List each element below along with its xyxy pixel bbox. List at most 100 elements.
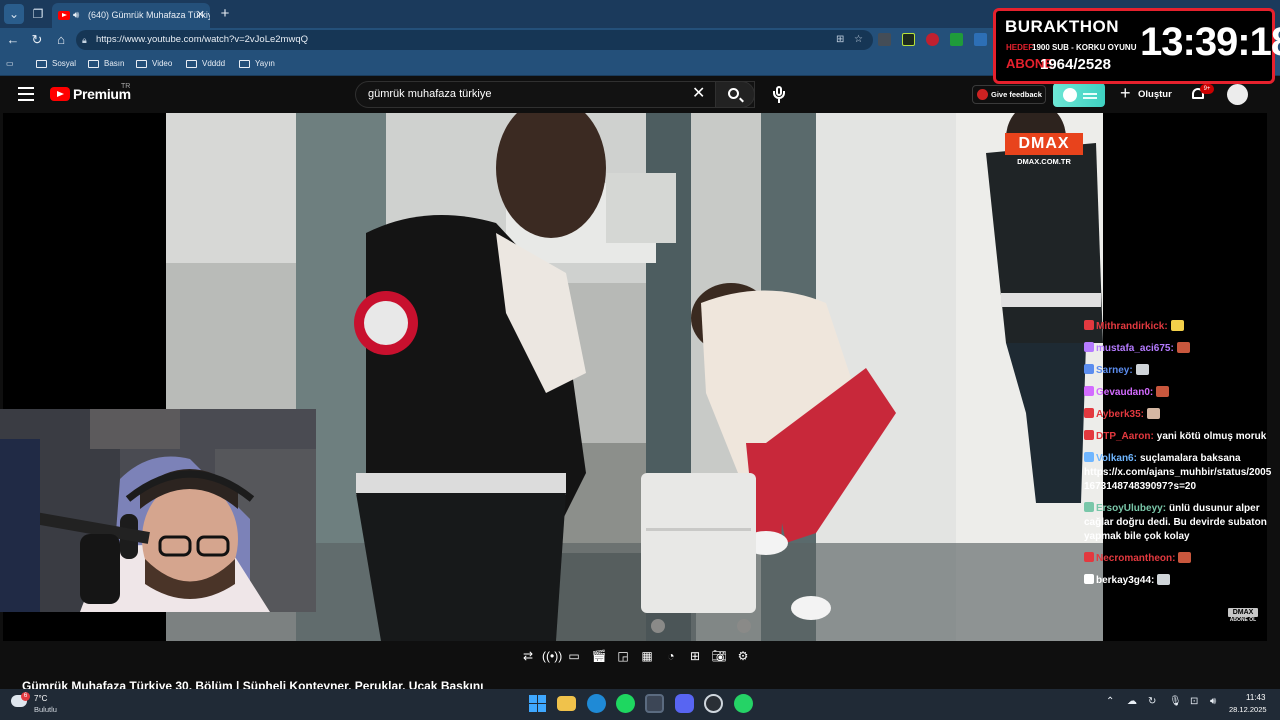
bookmark-folder[interactable]: Yayın xyxy=(239,56,275,72)
theater-mode-icon[interactable]: ▦ xyxy=(639,648,655,664)
volume-icon[interactable]: 🔊︎ xyxy=(1210,696,1216,707)
chat-message: ErsoyUlubeyy: ünlü dusunur alper cağlar d… xyxy=(1084,502,1274,544)
home-icon[interactable]: ⌂ xyxy=(51,30,71,50)
reading-list-icon[interactable]: ▭ xyxy=(6,56,14,72)
picture-in-picture-icon[interactable]: ◲ xyxy=(615,648,631,664)
screen-view-icon[interactable]: ▭ xyxy=(566,648,582,664)
new-tab-button[interactable]: + xyxy=(215,4,235,24)
folder-icon xyxy=(186,60,197,68)
chat-emote-icon xyxy=(1176,342,1190,353)
start-windows-icon[interactable] xyxy=(528,694,547,713)
chat-username: Sarney: xyxy=(1096,365,1133,376)
chat-message: Gevaudan0: xyxy=(1084,386,1274,400)
weather-alert-badge: 6 xyxy=(21,692,30,701)
user-badge-icon xyxy=(1084,342,1094,352)
folder-icon xyxy=(88,60,99,68)
channel-watermark: DMAX DMAX.COM.TR xyxy=(1005,133,1083,167)
network-icon[interactable]: ⊡ xyxy=(1190,696,1198,707)
taskbar-time[interactable]: 11:43 xyxy=(1246,693,1265,702)
youtube-logo-icon[interactable] xyxy=(50,87,70,101)
chat-message: Mithrandirkick: xyxy=(1084,320,1274,334)
clip-icon[interactable]: 🎬︎ xyxy=(591,648,607,664)
broadcast-icon[interactable]: ((•)) xyxy=(542,648,562,664)
refresh-sync-icon[interactable]: ↻ xyxy=(1148,696,1156,707)
screenshot-camera-icon[interactable]: 📷︎ xyxy=(711,648,727,664)
chat-message: Ayberk35: xyxy=(1084,408,1274,422)
weather-description[interactable]: Bulutlu xyxy=(34,705,57,714)
chat-message: Volkan6: suçlamalara baksana https://x.co… xyxy=(1084,452,1274,494)
user-badge-icon xyxy=(1084,574,1094,584)
microphone-tray-icon[interactable]: 🎙︎ xyxy=(1169,696,1182,707)
chat-overlay: Mithrandirkick: mustafa_aci675: Sarney: Gev… xyxy=(1084,320,1274,596)
chat-emote-icon xyxy=(1147,408,1160,419)
bookmark-folder[interactable]: Basın xyxy=(88,56,124,72)
chat-emote-icon xyxy=(1156,386,1170,397)
show-hidden-icons-chevron-icon[interactable]: ⌃ xyxy=(1106,696,1114,707)
clear-search-icon[interactable]: ✕ xyxy=(692,85,705,103)
dmax-logo: DMAX xyxy=(1005,133,1083,155)
settings-gear-icon[interactable]: ⚙ xyxy=(735,648,751,664)
extension-icon[interactable] xyxy=(926,33,939,46)
extension-icon[interactable] xyxy=(950,33,963,46)
back-arrow-icon[interactable]: ← xyxy=(3,30,23,50)
edge-browser-icon[interactable] xyxy=(587,694,606,713)
taskbar-date[interactable]: 28.12.2025 xyxy=(1229,705,1267,714)
video-title[interactable]: Gümrük Muhafaza Türkiye 30. Bölüm | Şüph… xyxy=(22,679,542,689)
subscribe-watermark[interactable]: DMAX ABONE OL xyxy=(1228,608,1258,624)
app-available-icon[interactable]: ⊞ xyxy=(836,30,844,50)
user-badge-icon xyxy=(1084,552,1094,562)
speaker-icon[interactable]: 🔊︎ xyxy=(73,3,79,28)
chat-emote-icon xyxy=(1178,552,1192,563)
url-text: https://www.youtube.com/watch?v=2vJoLe2m… xyxy=(96,34,309,45)
overlay-timer: 13:39:18 xyxy=(1140,20,1280,64)
region-code: TR xyxy=(121,83,131,90)
chat-message: DTP_Aaron: yani kötü olmuş moruk xyxy=(1084,430,1274,444)
discord-icon[interactable] xyxy=(675,694,694,713)
create-button[interactable]: Oluştur xyxy=(1118,82,1174,106)
loop-icon[interactable]: ⇄ xyxy=(520,648,536,664)
whatsapp-icon[interactable] xyxy=(734,694,753,713)
extension-icon[interactable] xyxy=(878,33,891,46)
user-badge-icon xyxy=(1084,452,1094,462)
speed-gauge-icon[interactable]: ◔ xyxy=(663,648,679,664)
chat-username: Volkan6: xyxy=(1096,453,1137,464)
microphone-icon[interactable] xyxy=(772,86,786,104)
user-badge-icon xyxy=(1084,386,1094,396)
chat-username: Ayberk35: xyxy=(1096,409,1144,420)
overlay-sub-count: 1964/2528 xyxy=(1040,56,1111,73)
refresh-icon[interactable]: ↻ xyxy=(27,30,47,50)
workspaces-icon[interactable]: ❐ xyxy=(28,4,48,24)
obs-icon[interactable] xyxy=(704,694,723,713)
extension-icon[interactable] xyxy=(902,33,915,46)
taskbar xyxy=(0,689,1280,720)
bookmark-folder[interactable]: Sosyal xyxy=(36,56,76,72)
folder-icon xyxy=(36,60,47,68)
file-explorer-icon[interactable] xyxy=(557,696,576,711)
lock-icon[interactable]: 🔒︎ xyxy=(82,30,87,50)
overlay-goal-value: 1900 SUB - KORKU OYUNU xyxy=(1032,43,1137,52)
add-note-icon[interactable]: ⊞ xyxy=(687,648,703,664)
steam-icon[interactable] xyxy=(645,694,664,713)
avatar[interactable] xyxy=(1227,84,1248,105)
bookmark-folder[interactable]: Vdddd xyxy=(186,56,225,72)
ambient-mode-toggle[interactable] xyxy=(1053,83,1105,107)
weather-temperature[interactable]: 7°C xyxy=(34,694,47,703)
folder-icon xyxy=(239,60,250,68)
extension-icon[interactable] xyxy=(974,33,987,46)
spotify-icon[interactable] xyxy=(616,694,635,713)
favorite-star-icon[interactable]: ☆ xyxy=(854,30,863,50)
tab-title: (640) Gümrük Muhafaza Türkiye xyxy=(88,10,210,20)
bookmark-folder[interactable]: Video xyxy=(136,56,172,72)
chat-username: ErsoyUlubeyy: xyxy=(1096,503,1167,514)
close-tab-icon[interactable]: ✕ xyxy=(196,3,205,28)
dmax-url: DMAX.COM.TR xyxy=(1017,157,1071,166)
notification-count-badge: 9+ xyxy=(1200,84,1214,94)
menu-icon[interactable] xyxy=(18,87,34,101)
search-button[interactable] xyxy=(715,81,755,108)
chat-username: mustafa_aci675: xyxy=(1096,343,1174,354)
give-feedback-button[interactable]: Give feedback xyxy=(972,85,1046,104)
tab-actions-chevron-icon[interactable]: ⌄ xyxy=(4,4,24,24)
address-bar[interactable]: 🔒︎ https://www.youtube.com/watch?v=2vJoL… xyxy=(76,30,873,50)
browser-tab-youtube[interactable]: 🔊︎ (640) Gümrük Muhafaza Türkiye ✕ xyxy=(52,3,210,28)
cloud-sync-icon[interactable]: ☁ xyxy=(1127,696,1137,707)
